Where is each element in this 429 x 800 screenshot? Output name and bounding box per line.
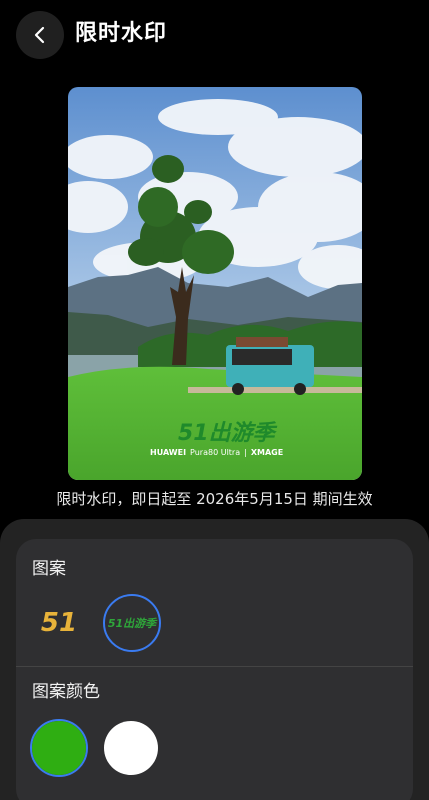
pattern-color-label: 图案颜色 xyxy=(32,682,100,702)
pattern-label: 图案 xyxy=(32,559,66,579)
camera-separator: | xyxy=(244,448,247,457)
back-button[interactable] xyxy=(16,11,64,59)
section-divider xyxy=(16,666,413,667)
header: 限时水印 xyxy=(0,0,429,70)
color-option-green[interactable] xyxy=(32,721,86,775)
camera-model: Pura80 Ultra xyxy=(190,448,241,457)
pattern-option-51[interactable]: 51 xyxy=(31,595,87,651)
preview-photo: 51出游季 HUAWEI Pura80 Ultra | XMAGE xyxy=(68,87,362,480)
color-option-white[interactable] xyxy=(104,721,158,775)
chevron-left-icon xyxy=(34,26,45,44)
pattern-option-51-chuyouji[interactable]: 51出游季 xyxy=(103,594,161,652)
watermark-logo: 51出游季 xyxy=(178,421,275,446)
validity-caption: 限时水印，即日起至 2026年5月15日 期间生效 xyxy=(56,490,373,508)
pattern-chuyouji-text: 51出游季 xyxy=(107,617,157,630)
pattern-51-text: 51 xyxy=(40,608,78,638)
page-title: 限时水印 xyxy=(75,21,168,46)
food-truck xyxy=(226,337,314,395)
camera-tag: XMAGE xyxy=(250,448,284,457)
camera-signature: HUAWEI Pura80 Ultra | XMAGE xyxy=(150,448,310,457)
camera-brand: HUAWEI xyxy=(150,448,187,457)
